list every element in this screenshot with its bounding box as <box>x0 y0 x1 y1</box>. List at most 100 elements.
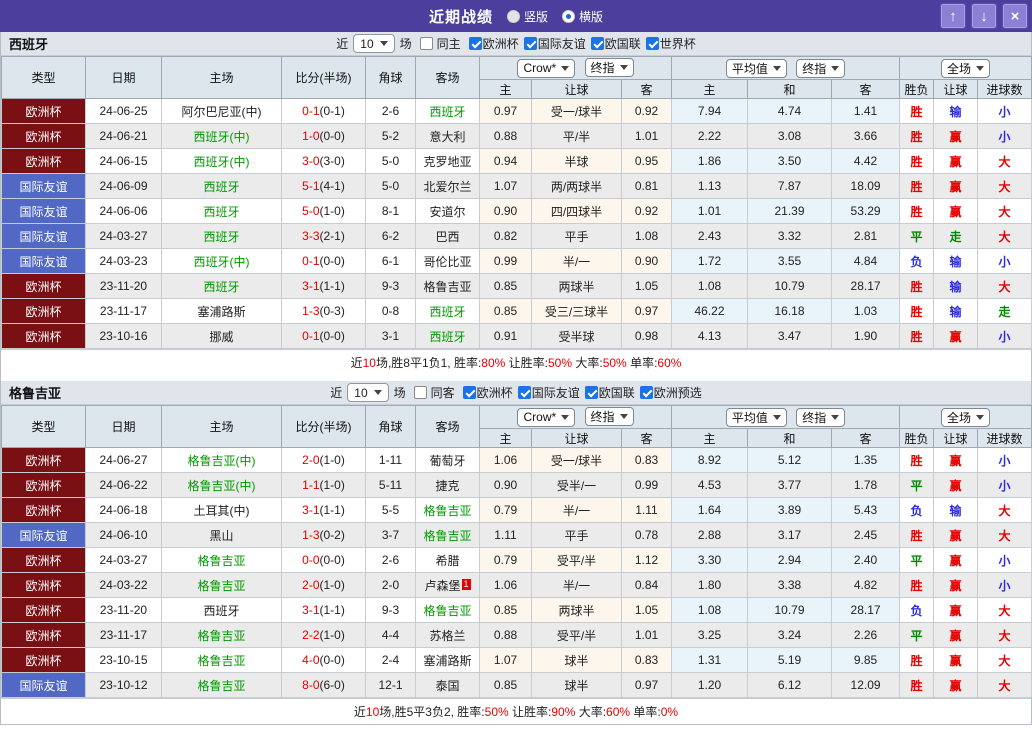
odds-home-cell: 0.85 <box>480 598 532 623</box>
league-checkbox[interactable] <box>469 37 482 50</box>
col-odds-away: 客 <box>622 80 672 99</box>
fulltime-score: 0-0 <box>302 553 319 567</box>
away-team-cell: 塞浦路斯 <box>416 648 480 673</box>
odds-home-cell: 0.97 <box>480 99 532 124</box>
col-score: 比分(半场) <box>282 57 366 99</box>
date-cell: 24-06-25 <box>86 99 162 124</box>
odds-stage-select[interactable]: 终指 <box>585 58 634 77</box>
match-row: 国际友谊24-06-06西班牙5-0(1-0)8-1安道尔0.90四/四球半0.… <box>2 199 1032 224</box>
league-checkbox[interactable] <box>646 37 659 50</box>
summary-stat-label: 单率: <box>630 703 661 720</box>
odds-away-cell: 1.05 <box>622 274 672 299</box>
avg-draw-cell: 3.50 <box>748 149 832 174</box>
odds-handicap-cell: 平/半 <box>532 124 622 149</box>
odds-away-cell: 0.83 <box>622 448 672 473</box>
result-handicap-cell: 赢 <box>934 523 978 548</box>
near-label: 近 <box>336 35 348 52</box>
odds-handicap-cell: 两球半 <box>532 598 622 623</box>
result-goals-cell: 小 <box>978 448 1032 473</box>
league-checkbox[interactable] <box>640 386 653 399</box>
away-team-cell: 巴西 <box>416 224 480 249</box>
bookmaker-select[interactable]: Crow* <box>517 59 575 78</box>
result-handicap-cell: 走 <box>934 224 978 249</box>
same-venue-checkbox[interactable] <box>420 37 433 50</box>
odds-home-cell: 0.82 <box>480 224 532 249</box>
result-wdl-cell: 胜 <box>900 199 934 224</box>
result-wdl-cell: 负 <box>900 598 934 623</box>
date-cell: 23-11-17 <box>86 623 162 648</box>
home-team-name: 黑山 <box>209 529 233 543</box>
score-cell: 8-0(6-0) <box>282 673 366 698</box>
halftime-score: (0-0) <box>320 329 345 343</box>
bookmaker-select[interactable]: Crow* <box>517 408 575 427</box>
layout-radio-horizontal[interactable]: 横版 <box>562 8 603 25</box>
league-checkbox-label: 国际友谊 <box>538 35 586 52</box>
col-type: 类型 <box>2 57 86 99</box>
halftime-score: (6-0) <box>320 678 345 692</box>
odds-handicap-cell: 平手 <box>532 523 622 548</box>
avg-draw-cell: 3.77 <box>748 473 832 498</box>
home-team-name: 格鲁吉亚 <box>197 554 245 568</box>
move-up-button[interactable]: ↑ <box>941 4 965 28</box>
result-wdl-cell: 平 <box>900 623 934 648</box>
date-cell: 24-06-06 <box>86 199 162 224</box>
halftime-score: (1-0) <box>320 578 345 592</box>
summary-stat-label: 让胜率: <box>505 354 548 371</box>
avg-stage-select[interactable]: 终指 <box>796 59 845 78</box>
col-home: 主场 <box>162 406 282 448</box>
result-wdl-cell: 胜 <box>900 299 934 324</box>
same-venue-checkbox[interactable] <box>414 386 427 399</box>
avg-draw-cell: 3.17 <box>748 523 832 548</box>
radio-vertical-icon[interactable] <box>507 10 520 23</box>
match-row: 欧洲杯24-03-27格鲁吉亚0-0(0-0)2-6希腊0.79受平/半1.12… <box>2 548 1032 573</box>
avg-draw-cell: 21.39 <box>748 199 832 224</box>
score-cell: 3-1(1-1) <box>282 498 366 523</box>
summary-stat-label: 场,胜5平3负2, 胜率: <box>379 703 484 720</box>
match-row: 欧洲杯23-10-16挪威0-1(0-0)3-1西班牙0.91受半球0.984.… <box>2 324 1032 349</box>
fulltime-score: 2-0 <box>302 453 319 467</box>
home-team-cell: 格鲁吉亚(中) <box>162 473 282 498</box>
odds-home-cell: 0.88 <box>480 124 532 149</box>
fulltime-select[interactable]: 全场 <box>941 59 990 78</box>
fulltime-select[interactable]: 全场 <box>941 408 990 427</box>
odds-home-cell: 0.79 <box>480 498 532 523</box>
odds-stage-select[interactable]: 终指 <box>585 407 634 426</box>
league-checkbox[interactable] <box>585 386 598 399</box>
halftime-score: (0-0) <box>320 254 345 268</box>
home-team-cell: 格鲁吉亚(中) <box>162 448 282 473</box>
odds-away-cell: 1.08 <box>622 224 672 249</box>
corners-cell: 5-2 <box>366 124 416 149</box>
avg-draw-cell: 3.32 <box>748 224 832 249</box>
odds-away-cell: 0.92 <box>622 199 672 224</box>
match-count-select[interactable]: 10 <box>353 34 394 53</box>
league-checkbox[interactable] <box>524 37 537 50</box>
league-type-cell: 欧洲杯 <box>2 448 86 473</box>
avg-stage-select[interactable]: 终指 <box>796 408 845 427</box>
average-select[interactable]: 平均值 <box>726 59 787 78</box>
halftime-score: (3-0) <box>320 154 345 168</box>
away-team-cell: 格鲁吉亚 <box>416 498 480 523</box>
radio-horizontal-icon[interactable] <box>562 10 575 23</box>
league-checkbox[interactable] <box>518 386 531 399</box>
league-checkbox[interactable] <box>591 37 604 50</box>
league-checkbox[interactable] <box>463 386 476 399</box>
league-type-cell: 欧洲杯 <box>2 473 86 498</box>
away-team-name: 卢森堡 <box>424 579 460 593</box>
avg-away-cell: 28.17 <box>832 274 900 299</box>
avg-draw-cell: 3.24 <box>748 623 832 648</box>
corners-cell: 3-1 <box>366 324 416 349</box>
home-team-cell: 西班牙 <box>162 174 282 199</box>
result-handicap-cell: 赢 <box>934 673 978 698</box>
result-wdl-cell: 胜 <box>900 124 934 149</box>
corners-cell: 9-3 <box>366 598 416 623</box>
close-button[interactable]: × <box>1003 4 1027 28</box>
panel-title: 近期战绩 <box>429 6 493 27</box>
fulltime-score: 0-1 <box>302 254 319 268</box>
move-down-button[interactable]: ↓ <box>972 4 996 28</box>
odds-away-cell: 0.97 <box>622 673 672 698</box>
match-count-select[interactable]: 10 <box>347 383 388 402</box>
average-select[interactable]: 平均值 <box>726 408 787 427</box>
avg-draw-cell: 7.87 <box>748 174 832 199</box>
layout-radio-vertical[interactable]: 竖版 <box>507 8 548 25</box>
result-goals-cell: 大 <box>978 174 1032 199</box>
